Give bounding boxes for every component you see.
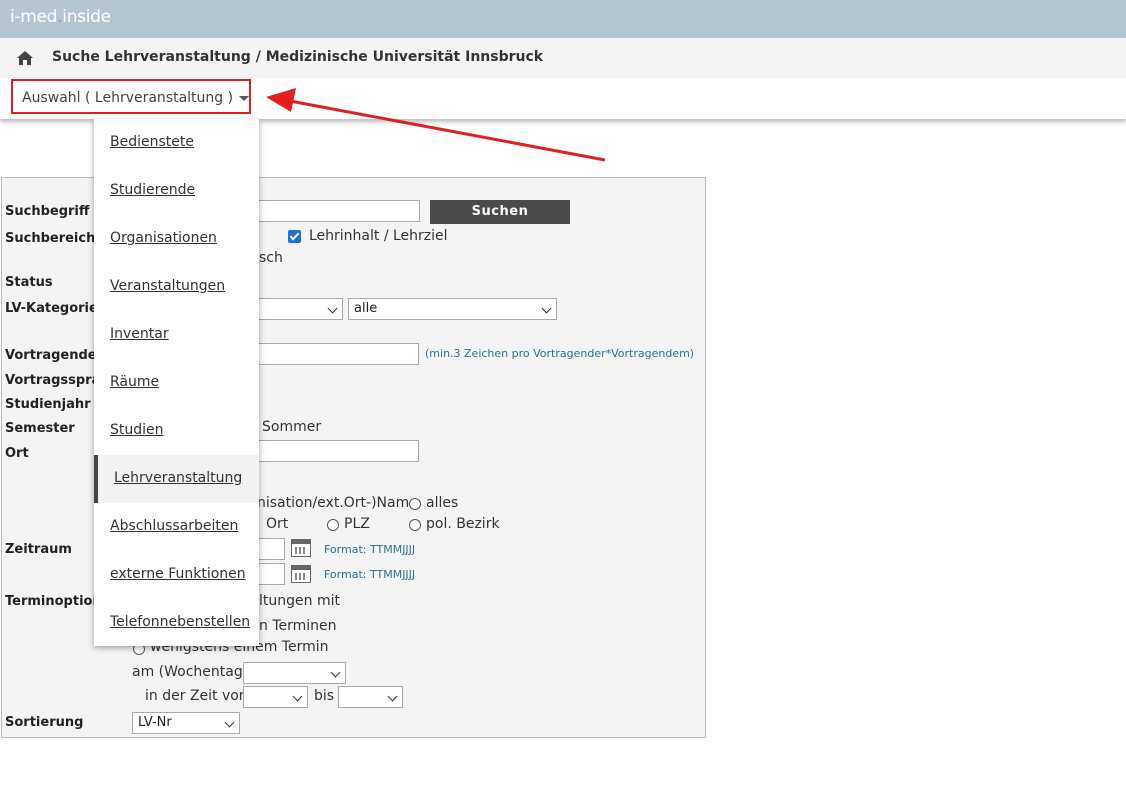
menu-item-label: Telefonnebenstellen — [110, 614, 251, 630]
menu-item-label: Studierende — [110, 182, 196, 198]
home-icon[interactable] — [16, 50, 34, 66]
chevron-down-icon — [224, 717, 235, 728]
menu-item-label: Bedienstete — [110, 134, 194, 150]
auswahl-label: Auswahl ( Lehrveranstaltung ) — [22, 90, 234, 106]
label-studienjahr: Studienjahr — [5, 397, 91, 412]
termin-line1-text: ltungen mit — [259, 593, 340, 609]
zeitraum-to-input[interactable] — [255, 563, 285, 585]
wochentag-select[interactable] — [243, 662, 346, 684]
calendar-icon[interactable] — [291, 565, 311, 583]
menu-item-label: Veranstaltungen — [110, 278, 226, 294]
menu-item-raeume[interactable]: Räume — [94, 359, 259, 407]
menu-item-organisationen[interactable]: Organisationen — [94, 215, 259, 263]
label-status: Status — [5, 275, 53, 290]
menu-item-label: Organisationen — [110, 230, 217, 246]
menu-item-label: Studien — [110, 422, 164, 438]
vortragende-input[interactable] — [255, 343, 419, 365]
menu-item-bedienstete[interactable]: Bedienstete — [94, 119, 259, 167]
sortierung-select[interactable]: LV-Nr — [132, 712, 240, 734]
menu-item-abschlussarbeiten[interactable]: Abschlussarbeiten — [94, 503, 259, 551]
semester-sommer-label: Sommer — [262, 419, 322, 435]
menu-item-label: Inventar — [110, 326, 169, 342]
suchbereich-partial-text: sch — [259, 250, 283, 266]
ort-name-option-label: nisation/ext.Ort-)Name — [257, 495, 418, 511]
menu-item-studierende[interactable]: Studierende — [94, 167, 259, 215]
ort-bezirk-label: pol. Bezirk — [426, 516, 500, 532]
termin-line2-text: n Terminen — [259, 618, 337, 634]
ort-bezirk-radio[interactable] — [409, 519, 421, 531]
menu-item-studien[interactable]: Studien — [94, 407, 259, 455]
zeit-von-select[interactable] — [243, 686, 308, 708]
zeit-bis-select[interactable] — [338, 686, 403, 708]
menu-item-externe-funktionen[interactable]: externe Funktionen — [94, 551, 259, 599]
label-lv-kategorie: LV-Kategorie — [5, 301, 98, 316]
logo-part3: inside — [62, 7, 111, 27]
menu-item-label: Räume — [110, 374, 160, 390]
label-terminoption: Terminoption — [5, 594, 102, 609]
label-semester: Semester — [5, 421, 75, 436]
chevron-down-icon — [327, 303, 338, 314]
menu-item-veranstaltungen[interactable]: Veranstaltungen — [94, 263, 259, 311]
ort-ort-label: Ort — [266, 516, 289, 532]
menu-item-label: Abschlussarbeiten — [110, 518, 239, 534]
ort-plz-radio[interactable] — [327, 519, 339, 531]
zeitraum-from-input[interactable] — [255, 538, 285, 560]
caret-down-icon — [239, 95, 250, 101]
label-sortierung: Sortierung — [5, 715, 84, 730]
lv-kategorie-sub-select[interactable]: alle — [348, 298, 557, 320]
zeit-von-label: in der Zeit von — [145, 688, 248, 704]
label-ort: Ort — [5, 446, 29, 461]
ort-input[interactable] — [255, 440, 419, 462]
menu-item-telefonnebenstellen[interactable]: Telefonnebenstellen — [94, 599, 259, 647]
logo-part1: i-med — [10, 7, 58, 27]
ort-alles-label: alles — [426, 495, 459, 511]
date-format-hint: Format: TTMMJJJJ — [324, 568, 416, 581]
ort-plz-label: PLZ — [344, 516, 370, 532]
auswahl-dropdown-toggle[interactable]: Auswahl ( Lehrveranstaltung ) — [22, 90, 250, 106]
search-button[interactable]: Suchen — [430, 200, 570, 224]
date-format-hint: Format: TTMMJJJJ — [324, 543, 416, 556]
lv-kategorie-select[interactable] — [255, 298, 343, 320]
menu-item-label: externe Funktionen — [110, 566, 246, 582]
lehrinhalt-label: Lehrinhalt / Lehrziel — [309, 228, 448, 244]
menu-item-lehrveranstaltung[interactable]: Lehrveranstaltung — [94, 455, 259, 503]
breadcrumb: Suche Lehrveranstaltung / Medizinische U… — [0, 38, 1126, 78]
ort-alles-radio[interactable] — [409, 498, 421, 510]
menu-item-inventar[interactable]: Inventar — [94, 311, 259, 359]
calendar-icon[interactable] — [291, 539, 311, 557]
logo[interactable]: i-med.inside — [10, 7, 111, 27]
sortierung-value: LV-Nr — [138, 715, 172, 730]
label-suchbereich: Suchbereich — [5, 231, 96, 246]
chevron-down-icon — [387, 691, 398, 702]
label-vortragssprache: Vortragssprac — [5, 373, 109, 388]
lv-kategorie-sub-value: alle — [354, 301, 378, 316]
chevron-down-icon — [292, 691, 303, 702]
vortragende-hint: (min.3 Zeichen pro Vortragender*Vortrage… — [425, 347, 695, 360]
lehrinhalt-checkbox[interactable] — [288, 230, 301, 243]
auswahl-dropdown-menu: Bedienstete Studierende Organisationen V… — [94, 119, 259, 646]
page-title: Suche Lehrveranstaltung / Medizinische U… — [52, 49, 544, 65]
chevron-down-icon — [541, 303, 552, 314]
bis-label: bis — [314, 688, 335, 704]
top-bar: i-med.inside — [0, 0, 1126, 38]
menu-item-label: Lehrveranstaltung — [114, 470, 243, 486]
label-suchbegriff: Suchbegriff — [5, 204, 90, 219]
suchbegriff-input[interactable] — [255, 200, 420, 222]
label-zeitraum: Zeitraum — [5, 542, 72, 557]
chevron-down-icon — [330, 667, 341, 678]
wochentag-label: am (Wochentag) — [132, 664, 249, 680]
label-vortragende: Vortragende — [5, 348, 97, 363]
